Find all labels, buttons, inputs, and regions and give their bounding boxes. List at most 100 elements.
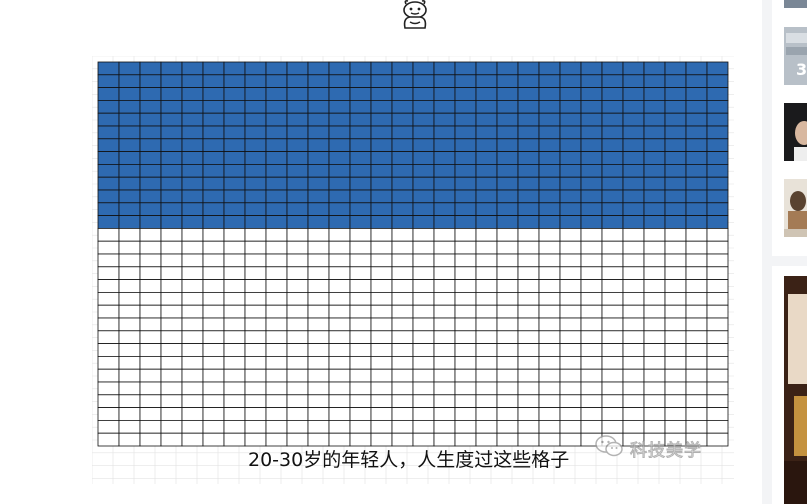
lived-cell — [181, 189, 204, 204]
lived-cell — [97, 125, 120, 140]
lived-cell — [706, 87, 729, 101]
remaining-cell — [370, 407, 393, 421]
lived-cell — [160, 61, 183, 76]
remaining-cell — [643, 343, 666, 357]
remaining-cell — [202, 330, 225, 344]
remaining-cell — [265, 266, 288, 281]
lived-cell — [454, 215, 477, 229]
remaining-cell — [433, 304, 456, 319]
remaining-cell — [349, 330, 372, 344]
lived-cell — [349, 215, 372, 229]
remaining-cell — [685, 381, 708, 396]
lived-cell — [202, 176, 225, 191]
remaining-cell — [580, 368, 603, 383]
article-thumbnail-icon[interactable] — [784, 103, 807, 161]
remaining-cell — [181, 432, 204, 447]
remaining-cell — [370, 432, 393, 447]
remaining-cell — [517, 343, 540, 357]
lived-cell — [370, 138, 393, 153]
remaining-cell — [391, 419, 414, 434]
remaining-cell — [475, 432, 498, 447]
remaining-cell — [559, 240, 582, 255]
remaining-cell — [202, 343, 225, 357]
lived-cell — [664, 61, 687, 76]
lived-cell — [181, 215, 204, 229]
remaining-cell — [97, 253, 120, 268]
lived-cell — [244, 138, 267, 153]
remaining-cell — [454, 394, 477, 408]
remaining-cell — [349, 240, 372, 255]
remaining-cell — [160, 419, 183, 434]
remaining-cell — [517, 394, 540, 408]
remaining-cell — [454, 304, 477, 319]
remaining-cell — [475, 355, 498, 370]
lived-cell — [517, 61, 540, 76]
remaining-cell — [244, 304, 267, 319]
lived-cell — [538, 164, 561, 178]
remaining-cell — [643, 394, 666, 408]
lived-cell — [391, 215, 414, 229]
lived-cell — [265, 151, 288, 165]
lived-cell — [685, 176, 708, 191]
lived-cell — [538, 87, 561, 101]
lived-cell — [664, 74, 687, 88]
lived-cell — [202, 112, 225, 127]
lived-cell — [622, 87, 645, 101]
lived-cell — [454, 138, 477, 153]
remaining-cell — [160, 368, 183, 383]
remaining-cell — [181, 317, 204, 332]
remaining-cell — [223, 266, 246, 281]
lived-cell — [580, 189, 603, 204]
remaining-cell — [601, 291, 624, 306]
remaining-cell — [307, 381, 330, 396]
lived-cell — [433, 87, 456, 101]
remaining-cell — [454, 240, 477, 255]
remaining-cell — [244, 330, 267, 344]
remaining-cell — [685, 317, 708, 332]
lived-cell — [160, 202, 183, 217]
lived-cell — [643, 112, 666, 127]
remaining-cell — [664, 381, 687, 396]
lived-cell — [286, 100, 309, 114]
remaining-cell — [286, 279, 309, 293]
remaining-cell — [181, 394, 204, 408]
remaining-cell — [370, 368, 393, 383]
lived-cell — [433, 189, 456, 204]
lived-cell — [244, 189, 267, 204]
lived-cell — [412, 138, 435, 153]
lived-cell — [475, 125, 498, 140]
remaining-cell — [622, 407, 645, 421]
lived-cell — [664, 87, 687, 101]
remaining-cell — [265, 381, 288, 396]
article-thumbnail-icon[interactable]: 3 — [784, 27, 807, 85]
lived-cell — [580, 176, 603, 191]
remaining-cell — [517, 355, 540, 370]
lived-cell — [244, 151, 267, 165]
remaining-cell — [160, 407, 183, 421]
remaining-cell — [328, 343, 351, 357]
lived-cell — [349, 151, 372, 165]
remaining-cell — [580, 240, 603, 255]
lived-cell — [328, 100, 351, 114]
remaining-cell — [664, 407, 687, 421]
remaining-cell — [517, 419, 540, 434]
remaining-cell — [454, 266, 477, 281]
remaining-cell — [622, 330, 645, 344]
article-thumbnail-icon[interactable] — [784, 179, 807, 237]
lived-cell — [286, 138, 309, 153]
remaining-cell — [265, 317, 288, 332]
article-thumbnail-icon[interactable] — [784, 0, 807, 8]
lived-cell — [496, 125, 519, 140]
watermark: 科技美学 — [594, 434, 702, 462]
remaining-cell — [307, 432, 330, 447]
article-thumbnail-icon[interactable] — [784, 276, 807, 504]
remaining-cell — [412, 381, 435, 396]
remaining-cell — [97, 432, 120, 447]
remaining-cell — [601, 317, 624, 332]
lived-cell — [559, 176, 582, 191]
lived-cell — [538, 112, 561, 127]
remaining-cell — [664, 240, 687, 255]
lived-cell — [643, 176, 666, 191]
remaining-cell — [118, 279, 141, 293]
lived-cell — [412, 164, 435, 178]
